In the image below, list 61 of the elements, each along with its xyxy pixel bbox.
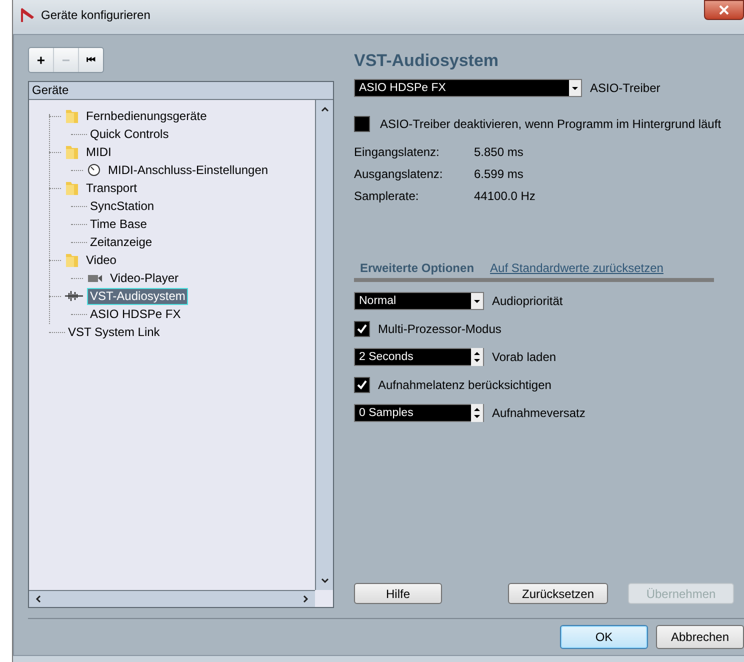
scroll-up-icon	[318, 104, 330, 114]
tree-item[interactable]: Quick Controls	[87, 126, 172, 142]
tree-item[interactable]: Zeitanzeige	[87, 234, 156, 250]
tree-item[interactable]: Time Base	[87, 216, 150, 232]
scroll-right-icon	[301, 593, 311, 605]
folder-icon	[65, 108, 79, 124]
checkbox[interactable]	[354, 116, 370, 132]
close-button[interactable]	[704, 0, 744, 20]
window-title: Geräte konfigurieren	[41, 8, 150, 22]
waveform-icon	[65, 290, 83, 302]
info-value: 5.850 ms	[474, 145, 524, 159]
option-label: Audiopriorität	[492, 294, 563, 308]
tree-item[interactable]: Transport	[83, 180, 140, 196]
spinner-field[interactable]: 0 Samples	[354, 404, 484, 422]
folder-icon	[65, 252, 79, 268]
tree-item[interactable]: Video-Player	[107, 270, 182, 286]
checkbox[interactable]	[354, 377, 370, 393]
info-value: 6.599 ms	[474, 167, 524, 181]
scroll-left-icon	[33, 593, 43, 605]
tree-header: Geräte	[29, 82, 333, 100]
dialog-button[interactable]: Abbrechen	[656, 625, 744, 649]
checkbox-label: ASIO-Treiber deaktivieren, wenn Programm im Hintergrund läuft	[380, 117, 722, 131]
tree-item[interactable]: MIDI-Anschluss-Einstellungen	[105, 162, 272, 178]
driver-dropdown[interactable]: ASIO HDSPe FX	[354, 79, 582, 97]
app-logo-icon	[19, 7, 35, 23]
tree-item[interactable]: VST System Link	[65, 324, 163, 340]
spinner-arrows-icon	[471, 348, 483, 366]
panel-button[interactable]: Zurücksetzen	[508, 583, 608, 604]
checkbox-label: Aufnahmelatenz berücksichtigen	[378, 378, 552, 392]
panel-title: VST-Audiosystem	[354, 51, 500, 71]
knob-icon	[87, 163, 101, 177]
checkbox-label: Multi-Prozessor-Modus	[378, 322, 502, 336]
tree-item[interactable]: SyncStation	[87, 198, 158, 214]
info-label: Ausgangslatenz:	[354, 167, 444, 181]
folder-icon	[65, 180, 79, 196]
tree-item[interactable]: Video	[83, 252, 120, 268]
info-value: 44100.0 Hz	[474, 189, 536, 203]
tree-item[interactable]: Fernbedienungsgeräte	[83, 108, 210, 124]
option-label: Aufnahmeversatz	[492, 406, 586, 420]
tree-item[interactable]: ASIO HDSPe FX	[87, 306, 184, 322]
reset-defaults-link[interactable]: Auf Standardwerte zurücksetzen	[490, 261, 664, 275]
toolbar-button[interactable]: +	[29, 48, 54, 72]
spinner-field[interactable]: 2 Seconds	[354, 348, 484, 366]
priority-dropdown[interactable]: Normal	[354, 292, 484, 310]
spinner-arrows-icon	[471, 404, 483, 422]
tree-item[interactable]: VST-Audiosystem	[87, 288, 188, 304]
horizontal-scrollbar[interactable]	[29, 590, 315, 607]
info-label: Eingangslatenz:	[354, 145, 440, 159]
tree-item[interactable]: MIDI	[83, 144, 114, 160]
camera-icon	[87, 274, 103, 282]
option-label: Vorab laden	[492, 350, 556, 364]
vertical-scrollbar[interactable]	[315, 100, 333, 590]
scroll-down-icon	[318, 576, 330, 586]
driver-label: ASIO-Treiber	[590, 81, 660, 95]
toolbar-button[interactable]: ⏮	[79, 48, 103, 72]
folder-icon	[65, 144, 79, 160]
checkbox[interactable]	[354, 321, 370, 337]
dialog-button[interactable]: OK	[560, 625, 648, 649]
info-label: Samplerate:	[354, 189, 420, 203]
close-icon	[719, 5, 729, 15]
panel-button[interactable]: Hilfe	[354, 583, 442, 604]
